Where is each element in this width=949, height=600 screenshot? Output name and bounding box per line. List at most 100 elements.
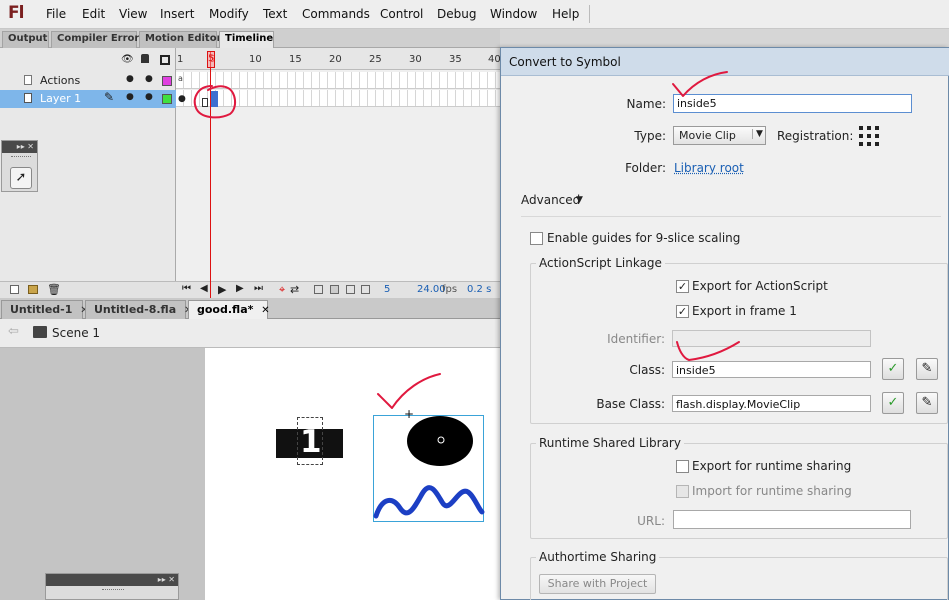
export-frame-label: Export in frame 1 — [692, 304, 797, 318]
blue-scribble[interactable] — [373, 485, 485, 519]
base-class-input[interactable]: flash.display.MovieClip — [672, 395, 871, 412]
symbol-one-text: 1 — [300, 424, 322, 460]
export-runtime-checkbox[interactable] — [676, 460, 689, 473]
scene-icon — [33, 326, 47, 338]
visibility-dot[interactable]: ● — [126, 92, 134, 102]
menu-debug[interactable]: Debug — [437, 7, 476, 21]
tab-timeline[interactable]: Timeline — [219, 31, 274, 48]
layer-row-actions[interactable]: Actions ● ● — [0, 72, 176, 90]
menu-file[interactable]: File — [46, 7, 66, 21]
new-layer-icon[interactable] — [10, 285, 19, 294]
visibility-dot[interactable]: ● — [126, 74, 134, 84]
annotation-check — [672, 71, 728, 97]
layer-name[interactable]: Layer 1 — [40, 92, 81, 105]
playhead-handle[interactable]: 5 — [207, 51, 215, 68]
arrow-tool-icon[interactable]: ➚ — [10, 167, 32, 189]
export-frame-checkbox[interactable]: ✓ — [676, 305, 689, 318]
menu-view[interactable]: View — [119, 7, 147, 21]
menu-text[interactable]: Text — [263, 7, 287, 21]
lock-dot[interactable]: ● — [145, 74, 153, 84]
menu-insert[interactable]: Insert — [160, 7, 194, 21]
floating-panel: ▸▸ ✕ — [45, 573, 179, 600]
type-select-value: Movie Clip — [679, 129, 736, 142]
doc-tab-label: good.fla* — [197, 303, 254, 316]
lock-icon[interactable] — [141, 54, 149, 63]
import-runtime-label: Import for runtime sharing — [692, 484, 852, 498]
ruler-label: 35 — [449, 54, 462, 65]
tab-output[interactable]: Output — [2, 31, 49, 48]
outline-icon[interactable] — [160, 55, 170, 65]
back-arrow-icon[interactable]: ⇦ — [8, 324, 19, 339]
layer-row-layer-1[interactable]: Layer 1 ✎ ● ● — [0, 90, 176, 108]
caret-down-icon[interactable]: ▼ — [576, 195, 583, 205]
export-as-checkbox[interactable]: ✓ — [676, 280, 689, 293]
edit-class-pencil-icon[interactable]: ✎ — [916, 358, 938, 380]
menu-commands[interactable]: Commands — [302, 7, 370, 21]
layer-color-swatch[interactable] — [162, 76, 172, 86]
menu-divider — [589, 5, 590, 23]
loop-icon[interactable]: ⇄ — [290, 283, 299, 296]
advanced-toggle[interactable]: Advanced — [521, 193, 580, 207]
step-forward-icon[interactable]: ▶ — [236, 283, 244, 294]
eye-icon[interactable]: 👁 — [121, 54, 134, 65]
onion-outline-icon[interactable] — [330, 285, 339, 294]
doc-tab-label: Untitled-1 — [10, 303, 73, 316]
grip-icon[interactable] — [102, 589, 124, 592]
onion-skin-icon[interactable] — [314, 285, 323, 294]
lock-dot[interactable]: ● — [145, 92, 153, 102]
tab-compiler-errors[interactable]: Compiler Errors — [51, 31, 145, 48]
go-last-icon[interactable]: ⏭ — [254, 283, 263, 294]
nine-slice-checkbox[interactable] — [530, 232, 543, 245]
import-runtime-checkbox[interactable] — [676, 485, 689, 498]
menu-edit[interactable]: Edit — [82, 7, 105, 21]
center-frame-icon[interactable]: ⌖ — [279, 283, 285, 297]
authortime-title: Authortime Sharing — [536, 550, 660, 564]
modify-markers-icon[interactable] — [361, 285, 370, 294]
type-select[interactable]: Movie Clip ▼ — [673, 126, 766, 145]
play-icon[interactable]: ▶ — [218, 283, 226, 296]
menu-window[interactable]: Window — [490, 7, 537, 21]
name-label: Name: — [626, 97, 666, 111]
folder-link[interactable]: Library root — [674, 161, 744, 175]
ruler-label: 30 — [409, 54, 422, 65]
edit-multiple-icon[interactable] — [346, 285, 355, 294]
panel-collapse-icon[interactable]: ▸▸ ✕ — [2, 141, 37, 153]
step-back-icon[interactable]: ◀ — [200, 283, 208, 294]
url-input[interactable] — [673, 510, 911, 529]
menu-control[interactable]: Control — [380, 7, 423, 21]
black-ellipse[interactable] — [407, 416, 473, 466]
panel-tabs: Output Compiler Errors Motion Editor Tim… — [0, 29, 500, 48]
share-with-project-button[interactable]: Share with Project — [539, 574, 656, 594]
export-runtime-label: Export for runtime sharing — [692, 459, 852, 473]
registration-label: Registration: — [777, 129, 854, 143]
export-as-label: Export for ActionScript — [692, 279, 828, 293]
menu-modify[interactable]: Modify — [209, 7, 249, 21]
class-annotation — [676, 341, 740, 361]
tab-motion-editor[interactable]: Motion Editor — [139, 31, 222, 48]
elapsed-time[interactable]: 0.2 s — [467, 284, 491, 295]
annotation-circle — [193, 85, 236, 119]
doc-tab-untitled-1[interactable]: Untitled-1 ✕ — [1, 300, 89, 319]
panel-collapse-icon[interactable]: ▸▸ ✕ — [46, 574, 178, 586]
current-frame[interactable]: 5 — [384, 284, 390, 295]
tools-panel: ▸▸ ✕ ➚ — [1, 140, 38, 192]
validate-class-check-icon[interactable]: ✓ — [882, 358, 904, 380]
new-folder-icon[interactable] — [28, 285, 38, 294]
registration-grid-icon[interactable] — [857, 124, 881, 148]
timeline-controls: 🗑 ⏮ ◀ ▶ ▶ ⏭ ⌖ ⇄ 5 24.00 fps 0.2 s — [0, 281, 500, 298]
go-first-icon[interactable]: ⏮ — [182, 283, 191, 294]
grip-icon[interactable] — [11, 156, 31, 159]
trash-icon[interactable]: 🗑 — [47, 283, 61, 296]
scene-name[interactable]: Scene 1 — [52, 326, 100, 340]
doc-tab-untitled-8[interactable]: Untitled-8.fla ✕ — [85, 300, 192, 319]
layer-name[interactable]: Actions — [40, 74, 80, 87]
ruler-label: 15 — [289, 54, 302, 65]
doc-tab-good[interactable]: good.fla* ✕ — [188, 300, 270, 319]
validate-base-class-check-icon[interactable]: ✓ — [882, 392, 904, 414]
edit-base-class-pencil-icon[interactable]: ✎ — [916, 392, 938, 414]
keyframe-dot[interactable]: ● — [178, 94, 186, 104]
close-icon[interactable]: ✕ — [261, 305, 269, 316]
layer-color-swatch[interactable] — [162, 94, 172, 104]
menu-help[interactable]: Help — [552, 7, 579, 21]
action-keyframe[interactable]: a — [178, 74, 183, 83]
